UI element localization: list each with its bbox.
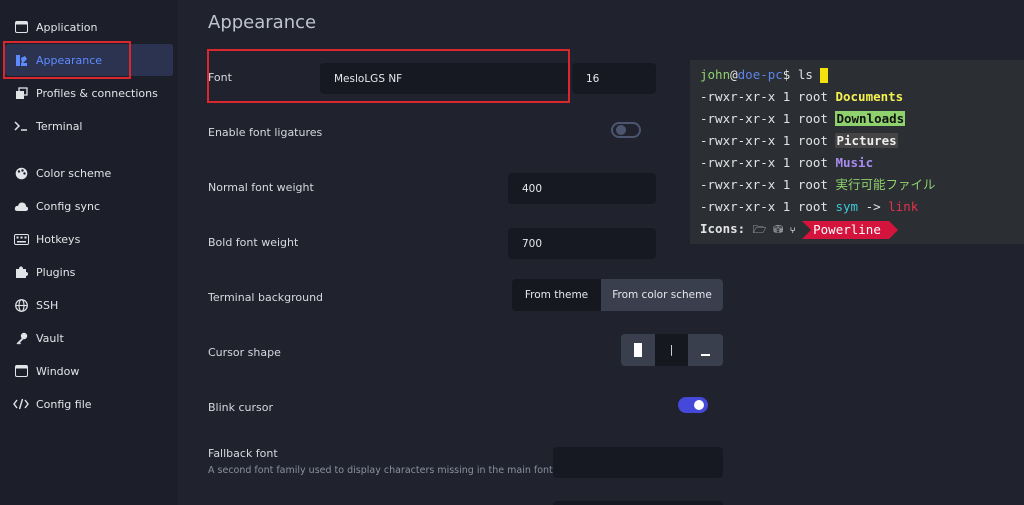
stack-icon [13,85,29,101]
terminal-preview: john@doe-pc$ ls -rwxr-xr-x 1 root Docume… [690,60,1024,244]
ligatures-toggle[interactable] [611,122,641,138]
ligatures-label: Enable font ligatures [208,126,323,139]
powerline-start-icon [802,220,812,239]
sidebar-item-label: Hotkeys [36,232,81,246]
keyboard-icon [13,231,29,247]
terminal-line-prompt: john@doe-pc$ ls [700,64,1024,86]
sidebar-item-hotkeys[interactable]: Hotkeys [5,223,173,255]
fallback-font-label: Fallback font [208,447,278,460]
blink-cursor-label: Blink cursor [208,401,274,414]
normal-weight-label: Normal font weight [208,181,314,194]
sidebar-item-config-file[interactable]: Config file [5,388,173,420]
palette-icon [13,165,29,181]
sidebar-item-label: Color scheme [36,166,112,180]
normal-weight-input[interactable]: 400 [508,173,656,204]
entry-downloads: Downloads [835,111,906,126]
cursor-shape-label: Cursor shape [208,346,281,359]
prompt-command: ls [790,67,813,82]
prompt-at: @ [730,67,738,82]
powerline-arrow-icon [888,220,898,239]
underline-cursor-icon [701,354,710,356]
from-color-scheme-option[interactable]: From color scheme [601,279,723,311]
sidebar-item-profiles[interactable]: Profiles & connections [5,77,173,109]
font-family-input[interactable]: MesloLGS NF [320,63,570,94]
terminal-line: -rwxr-xr-x 1 root Pictures [700,130,1024,152]
code-icon [13,396,29,412]
sidebar-item-color-scheme[interactable]: Color scheme [5,157,173,189]
window-icon [13,363,29,379]
globe-icon [13,297,29,313]
sidebar-item-label: Terminal [36,119,83,133]
terminal-line: -rwxr-xr-x 1 root Downloads [700,108,1024,130]
from-theme-option[interactable]: From theme [512,279,601,311]
terminal-background-selector: From theme From color scheme [512,279,723,311]
sidebar-item-vault[interactable]: Vault [5,322,173,354]
sidebar-item-application[interactable]: Application [5,11,173,43]
sidebar-item-config-sync[interactable]: Config sync [5,190,173,222]
sidebar-item-plugins[interactable]: Plugins [5,256,173,288]
sidebar-item-ssh[interactable]: SSH [5,289,173,321]
prompt-host: doe-pc [737,67,783,82]
cursor-block-option[interactable] [621,334,655,366]
terminal-line: -rwxr-xr-x 1 root Documents [700,86,1024,108]
sidebar-item-label: Profiles & connections [36,86,158,100]
icons-label: Icons: [700,221,753,236]
font-label: Font [208,71,232,84]
terminal-icon [13,118,29,134]
perm-text: -rwxr-xr-x 1 root [700,199,836,214]
sidebar-item-window[interactable]: Window [5,355,173,387]
sidebar-item-label: Application [36,20,98,34]
sidebar-item-label: Plugins [36,265,76,279]
powerline-segment: Powerline [811,220,889,239]
font-size-input[interactable]: 16 [572,63,656,94]
puzzle-icon [13,264,29,280]
next-setting-input[interactable] [553,501,723,505]
sidebar-item-appearance[interactable]: Appearance [5,44,173,76]
icons-glyphs: 🗁 ⛁ ⑂ [752,223,803,236]
fallback-font-description: A second font family used to display cha… [208,465,553,476]
blink-cursor-toggle[interactable] [678,397,708,413]
bold-weight-label: Bold font weight [208,236,299,249]
palette-icon [13,52,29,68]
cursor-shape-selector: | [621,334,723,366]
bold-weight-input[interactable]: 700 [508,228,656,259]
entry-executable: 実行可能ファイル [835,177,936,192]
entry-music: Music [835,155,874,170]
cloud-icon [13,198,29,214]
key-icon [13,330,29,346]
terminal-cursor [820,68,829,83]
perm-text: -rwxr-xr-x 1 root [700,177,836,192]
sidebar-item-label: Config sync [36,199,101,213]
prompt-user: john [700,67,731,82]
sidebar-item-label: Vault [36,331,64,345]
sidebar-item-label: SSH [36,298,59,312]
sidebar-item-label: Appearance [36,53,103,67]
entry-sym: sym [835,199,859,214]
window-icon [13,19,29,35]
fallback-font-input[interactable] [553,447,723,478]
page-title: Appearance [208,12,317,33]
cursor-beam-option[interactable]: | [655,334,688,366]
sidebar: Application Appearance Profiles & connec… [0,0,178,505]
symlink-arrow: -> [858,199,889,214]
terminal-line: -rwxr-xr-x 1 root Music [700,152,1024,174]
entry-documents: Documents [835,89,904,104]
sidebar-item-label: Config file [36,397,92,411]
cursor-underline-option[interactable] [688,334,723,366]
perm-text: -rwxr-xr-x 1 root [700,111,836,126]
perm-text: -rwxr-xr-x 1 root [700,133,836,148]
sidebar-item-terminal[interactable]: Terminal [5,110,173,142]
perm-text: -rwxr-xr-x 1 root [700,89,836,104]
perm-text: -rwxr-xr-x 1 root [700,155,836,170]
terminal-line-icons: Icons: 🗁 ⛁ ⑂ Powerline [700,218,1024,240]
sidebar-item-label: Window [36,364,80,378]
entry-pictures: Pictures [835,133,898,148]
terminal-line: -rwxr-xr-x 1 root 実行可能ファイル [700,174,1024,196]
terminal-background-label: Terminal background [208,291,324,304]
terminal-line: -rwxr-xr-x 1 root sym -> link [700,196,1024,218]
block-cursor-icon [634,343,642,357]
toggle-knob [694,400,704,410]
entry-link: link [888,199,919,214]
toggle-knob [616,125,626,135]
